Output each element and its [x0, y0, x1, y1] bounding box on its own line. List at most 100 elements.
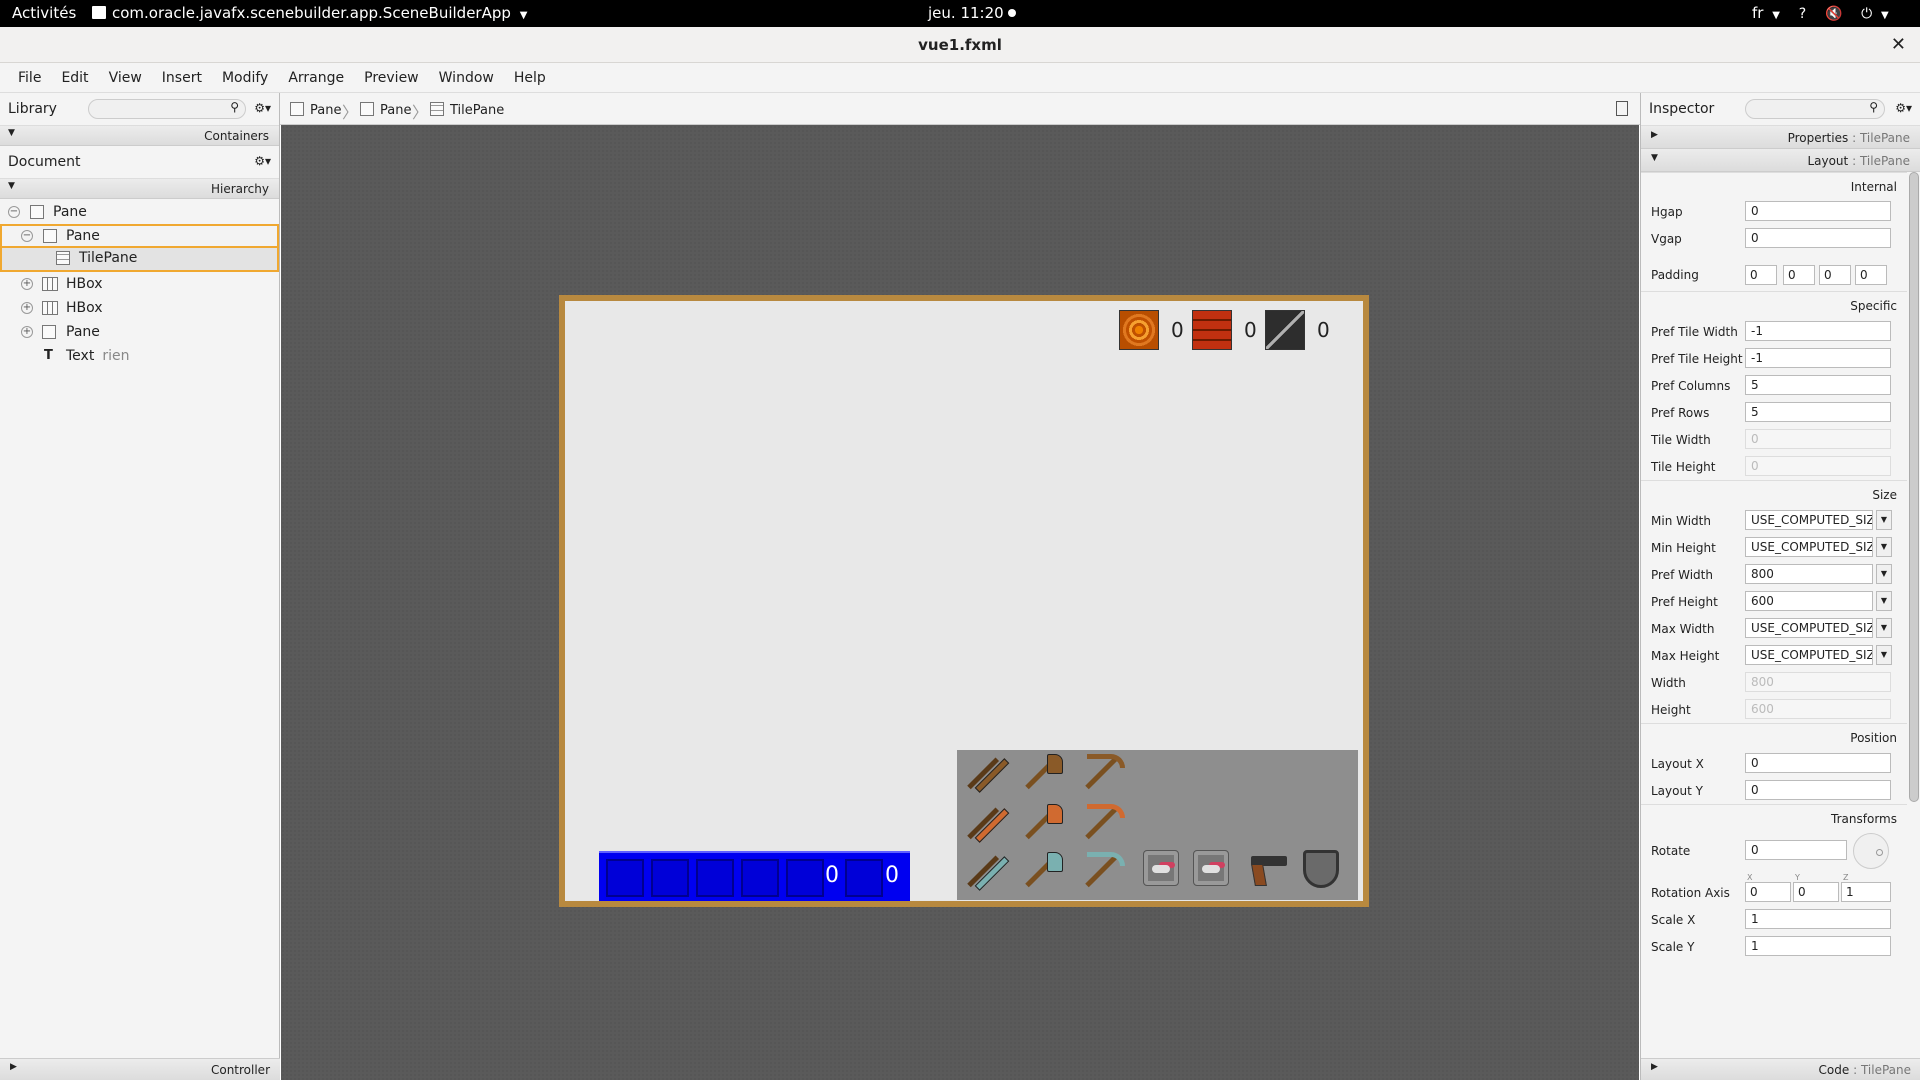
expand-icon[interactable]: +: [21, 326, 33, 338]
copper-pickaxe-icon[interactable]: [1081, 804, 1125, 848]
document-gear-icon[interactable]: ⚙▾: [254, 154, 271, 168]
menu-modify[interactable]: Modify: [212, 63, 278, 93]
dropdown-arrow-icon[interactable]: ▼: [1876, 537, 1892, 557]
diamond-sword-icon[interactable]: [963, 852, 1010, 896]
copper-sword-icon[interactable]: [963, 804, 1010, 848]
min-height-combo[interactable]: USE_COMPUTED_SIZE: [1745, 537, 1873, 557]
library-gear-icon[interactable]: ⚙▾: [254, 101, 271, 115]
pref-tile-height-input[interactable]: -1: [1745, 348, 1891, 368]
dropdown-arrow-icon[interactable]: ▼: [1876, 510, 1892, 530]
wood-sword-icon[interactable]: [963, 754, 1010, 798]
pref-tile-width-input[interactable]: -1: [1745, 321, 1891, 341]
clock[interactable]: jeu. 11:20: [928, 4, 1016, 22]
menu-view[interactable]: View: [99, 63, 152, 93]
pref-rows-input[interactable]: 5: [1745, 402, 1891, 422]
pref-columns-input[interactable]: 5: [1745, 375, 1891, 395]
scale-y-input[interactable]: 1: [1745, 936, 1891, 956]
layout-y-input[interactable]: 0: [1745, 780, 1891, 800]
diamond-axe-icon[interactable]: [1021, 852, 1065, 896]
inventory-slot[interactable]: [651, 859, 689, 897]
inventory-slot[interactable]: [606, 859, 644, 897]
dropdown-arrow-icon[interactable]: ▼: [1876, 564, 1892, 584]
close-window-icon[interactable]: ✕: [1891, 27, 1906, 63]
padding-left-input[interactable]: 0: [1855, 265, 1887, 285]
hgap-input[interactable]: 0: [1745, 201, 1891, 221]
scene-root-pane[interactable]: 0 0 0 0 0: [559, 295, 1369, 907]
rotation-axis-z-input[interactable]: 1: [1841, 882, 1891, 902]
prop-pref-width: Pref Width 800 ▼: [1641, 561, 1907, 588]
scale-x-input[interactable]: 1: [1745, 909, 1891, 929]
dropdown-arrow-icon[interactable]: ▼: [1876, 591, 1892, 611]
tree-item-pane-root[interactable]: − Pane: [0, 200, 279, 224]
expand-icon[interactable]: +: [21, 302, 33, 314]
menu-help[interactable]: Help: [504, 63, 556, 93]
breadcrumb-item-current[interactable]: TilePane: [430, 102, 504, 118]
medkit-icon[interactable]: [1193, 850, 1229, 886]
rotate-input[interactable]: 0: [1745, 840, 1847, 860]
inspector-scrollbar[interactable]: [1909, 172, 1919, 802]
activities-button[interactable]: Activités: [12, 4, 76, 22]
diamond-pickaxe-icon[interactable]: [1081, 852, 1125, 896]
language-indicator[interactable]: fr: [1752, 4, 1763, 22]
tree-item-pane[interactable]: + Pane: [0, 320, 279, 344]
expand-icon[interactable]: +: [21, 278, 33, 290]
layout-x-input[interactable]: 0: [1745, 753, 1891, 773]
wood-pickaxe-icon[interactable]: [1081, 754, 1125, 798]
containers-section[interactable]: ▼ Containers: [0, 126, 279, 146]
code-section[interactable]: ▶ Code : TilePane: [1641, 1058, 1920, 1080]
tools-panel[interactable]: [957, 750, 1358, 900]
menu-edit[interactable]: Edit: [51, 63, 98, 93]
inventory-slot[interactable]: [845, 859, 883, 897]
collapse-icon[interactable]: −: [21, 230, 33, 242]
menu-preview[interactable]: Preview: [354, 63, 429, 93]
tree-item-tilepane-selected[interactable]: TilePane: [0, 248, 279, 272]
menu-window[interactable]: Window: [429, 63, 504, 93]
pref-width-combo[interactable]: 800: [1745, 564, 1873, 584]
min-width-combo[interactable]: USE_COMPUTED_SIZE: [1745, 510, 1873, 530]
design-canvas[interactable]: 0 0 0 0 0: [281, 125, 1639, 1080]
menu-arrange[interactable]: Arrange: [278, 63, 354, 93]
copper-axe-icon[interactable]: [1021, 804, 1065, 848]
tool-head: [1047, 754, 1063, 774]
dropdown-arrow-icon[interactable]: ▼: [1876, 645, 1892, 665]
max-width-combo[interactable]: USE_COMPUTED_SIZE: [1745, 618, 1873, 638]
padding-top-input[interactable]: 0: [1745, 265, 1777, 285]
inventory-slot[interactable]: [696, 859, 734, 897]
inventory-bar[interactable]: 0 0: [599, 851, 910, 901]
properties-section[interactable]: ▶ Properties : TilePane: [1641, 126, 1920, 149]
tree-item-hbox[interactable]: + HBox: [0, 272, 279, 296]
tree-item-hbox[interactable]: + HBox: [0, 296, 279, 320]
breadcrumb-item[interactable]: Pane: [290, 102, 341, 118]
library-search-input[interactable]: ⚲: [88, 99, 246, 119]
app-menu-button[interactable]: com.oracle.javafx.scenebuilder.app.Scene…: [92, 4, 527, 22]
inventory-slot[interactable]: [786, 859, 824, 897]
rotate-knob[interactable]: [1853, 833, 1889, 869]
rotation-axis-x-input[interactable]: 0: [1745, 882, 1791, 902]
pref-height-combo[interactable]: 600: [1745, 591, 1873, 611]
padding-bottom-input[interactable]: 0: [1819, 265, 1851, 285]
controller-section[interactable]: ▶ Controller: [0, 1058, 280, 1080]
menu-insert[interactable]: Insert: [152, 63, 212, 93]
dropdown-arrow-icon[interactable]: ▼: [1876, 618, 1892, 638]
collapse-icon[interactable]: −: [8, 206, 20, 218]
breadcrumb-item[interactable]: Pane: [360, 102, 411, 118]
inspector-search-input[interactable]: ⚲: [1745, 99, 1885, 119]
shield-icon[interactable]: [1303, 850, 1339, 888]
rotation-axis-y-input[interactable]: 0: [1793, 882, 1839, 902]
menu-file[interactable]: File: [0, 63, 51, 93]
padding-right-input[interactable]: 0: [1783, 265, 1815, 285]
inventory-slot[interactable]: [741, 859, 779, 897]
tree-item-pane-child[interactable]: − Pane: [0, 224, 279, 248]
hierarchy-section[interactable]: ▼ Hierarchy: [0, 179, 279, 199]
pistol-icon[interactable]: [1249, 850, 1289, 890]
max-height-combo[interactable]: USE_COMPUTED_SIZE: [1745, 645, 1873, 665]
tree-item-text[interactable]: T Text rien: [0, 344, 279, 368]
vgap-input[interactable]: 0: [1745, 228, 1891, 248]
medkit-icon[interactable]: [1143, 850, 1179, 886]
layout-section[interactable]: ▼ Layout : TilePane: [1641, 149, 1920, 172]
inspector-gear-icon[interactable]: ⚙▾: [1895, 101, 1912, 115]
hbox-icon: [42, 277, 58, 291]
wood-axe-icon[interactable]: [1021, 754, 1065, 798]
system-tray[interactable]: fr ▼ ? 🔇 ⏻ ▼: [1752, 4, 1889, 22]
document-icon[interactable]: [1616, 101, 1628, 116]
